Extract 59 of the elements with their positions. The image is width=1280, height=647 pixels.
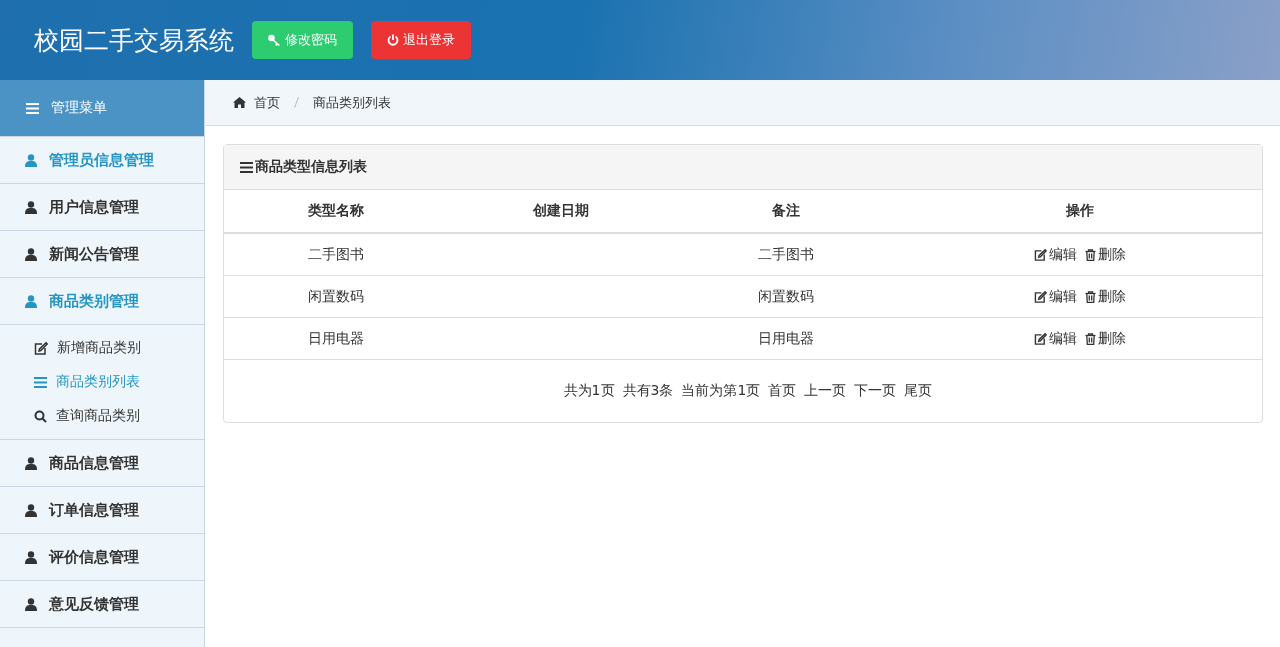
submenu-item[interactable]: 查询商品类别 [0,399,204,433]
trash-icon [1084,248,1096,261]
breadcrumb-link[interactable]: 首页 [254,93,280,112]
edit-icon [1033,290,1047,303]
pagination-link[interactable]: 上一页 [804,382,847,400]
sidebar-item[interactable]: 商品信息管理 [0,440,204,487]
sidebar-item[interactable]: 新闻公告管理 [0,231,204,278]
user-icon [25,550,37,564]
user-icon [25,456,37,470]
user-icon [25,200,37,214]
trash-icon [1084,332,1096,345]
search-icon [34,409,47,423]
column-header: 创建日期 [448,190,674,233]
sidebar-item[interactable]: 意见反馈管理 [0,581,204,628]
user-icon [25,294,37,308]
sidebar-item[interactable]: 用户信息管理 [0,184,204,231]
home-icon [233,97,246,108]
edit-icon [1033,332,1047,345]
pagination-info: 共为1页 [563,382,615,400]
pagination-info: 当前为第1页 [681,382,761,400]
logout-button[interactable]: 退出登录 [371,21,471,59]
sidebar-item[interactable]: 评价信息管理 [0,534,204,581]
panel-title: 商品类型信息列表 [255,158,367,176]
pagination-link[interactable]: 尾页 [904,382,933,400]
delete-link[interactable]: 删除 [1084,329,1126,348]
table-cell: 二手图书 [757,245,814,262]
sidebar-item[interactable]: 订单信息管理 [0,487,204,534]
list-icon [240,161,253,173]
column-header: 类型名称 [224,190,449,233]
user-icon [25,153,37,167]
table-cell: 闲置数码 [308,287,365,304]
submenu-item[interactable]: 新增商品类别 [0,331,204,365]
user-icon [25,503,37,517]
table-cell: 二手图书 [308,245,365,262]
column-header: 备注 [673,190,898,233]
edit-icon [34,341,48,355]
edit-link[interactable]: 编辑 [1033,287,1077,306]
power-icon [387,34,399,46]
pagination-info: 共有3条 [622,382,674,400]
column-header: 操作 [897,190,1262,233]
key-icon [268,34,281,46]
sidebar-title: 管理菜单 [51,99,107,117]
pagination-link[interactable]: 首页 [768,382,797,400]
trash-icon [1084,290,1096,303]
edit-link[interactable]: 编辑 [1033,245,1077,264]
list-icon [26,102,39,114]
table-cell: 闲置数码 [757,287,814,304]
delete-link[interactable]: 删除 [1084,287,1126,306]
breadcrumb-link[interactable]: 商品类别列表 [313,93,391,112]
edit-link[interactable]: 编辑 [1033,329,1077,348]
list-icon [34,376,47,388]
user-icon [25,247,37,261]
app-title: 校园二手交易系统 [34,24,234,57]
delete-link[interactable]: 删除 [1084,245,1126,264]
user-icon [25,597,37,611]
table-cell: 日用电器 [308,329,365,346]
edit-icon [1033,248,1047,261]
pagination-link[interactable]: 下一页 [854,382,897,400]
table-cell: 日用电器 [757,329,814,346]
